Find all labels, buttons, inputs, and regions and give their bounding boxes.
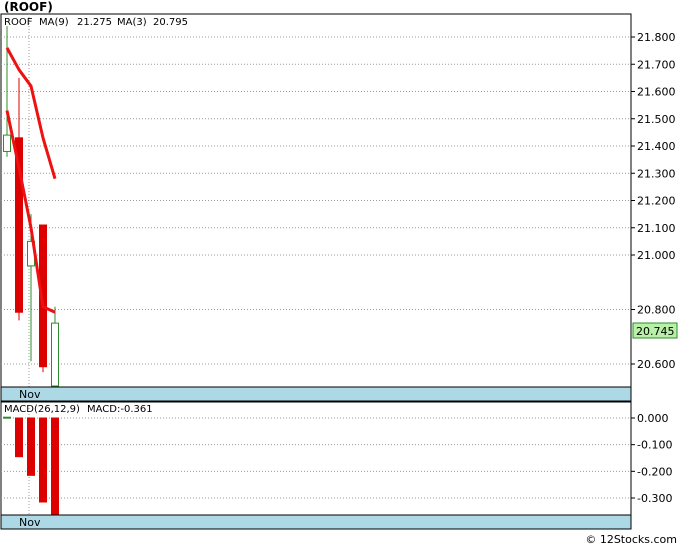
macd-bar	[3, 416, 11, 419]
stock-chart: (ROOF) 20.600 20.800 21.000 21.100 21.200 21.…	[0, 0, 678, 546]
candle-body	[3, 134, 11, 152]
price-tick-label: 21.500	[637, 113, 676, 126]
price-date-band	[0, 386, 632, 402]
price-tick-label: 21.700	[637, 58, 676, 71]
macd-bar	[39, 417, 47, 503]
price-tick-label: 21.800	[637, 31, 676, 44]
legend-ma3-value: 20.795	[153, 17, 188, 28]
macd-legend-value: MACD:-0.361	[87, 404, 153, 415]
legend-symbol: ROOF	[4, 17, 33, 28]
macd-tick-label: 0.000	[637, 412, 669, 425]
footer-credit: © 12Stocks.com	[585, 533, 677, 546]
macd-tick-label: -0.200	[637, 465, 672, 478]
candle-body	[51, 322, 59, 387]
price-tick-label: 21.200	[637, 195, 676, 208]
price-tick-label: 21.100	[637, 222, 676, 235]
last-price-value: 20.745	[636, 325, 675, 338]
legend-ma9-label: MA(9)	[39, 17, 69, 28]
macd-bar	[15, 417, 23, 458]
price-tick-label: 21.600	[637, 86, 676, 99]
legend-ma9-value: 21.275	[77, 17, 112, 28]
macd-date-band	[0, 514, 632, 530]
price-month-label: Nov	[19, 388, 41, 401]
price-tick-label: 20.800	[637, 304, 676, 317]
price-tick-label: 21.400	[637, 140, 676, 153]
price-tick-label: 21.300	[637, 167, 676, 180]
price-tick-label: 21.000	[637, 249, 676, 262]
macd-tick-label: -0.100	[637, 439, 672, 452]
macd-tick-label: -0.300	[637, 492, 672, 505]
macd-bar	[51, 417, 59, 515]
price-tick-label: 20.600	[637, 358, 676, 371]
macd-month-label: Nov	[19, 516, 41, 529]
chart-title: (ROOF)	[4, 0, 53, 14]
price-axis: 20.600 20.800 21.000 21.100 21.200 21.300 21.4…	[631, 31, 676, 371]
legend-ma3-label: MA(3)	[117, 17, 147, 28]
macd-axis: 0.000 -0.100 -0.200 -0.300	[631, 412, 672, 505]
macd-legend-label: MACD(26,12,9)	[4, 404, 80, 415]
macd-bar	[27, 417, 35, 476]
